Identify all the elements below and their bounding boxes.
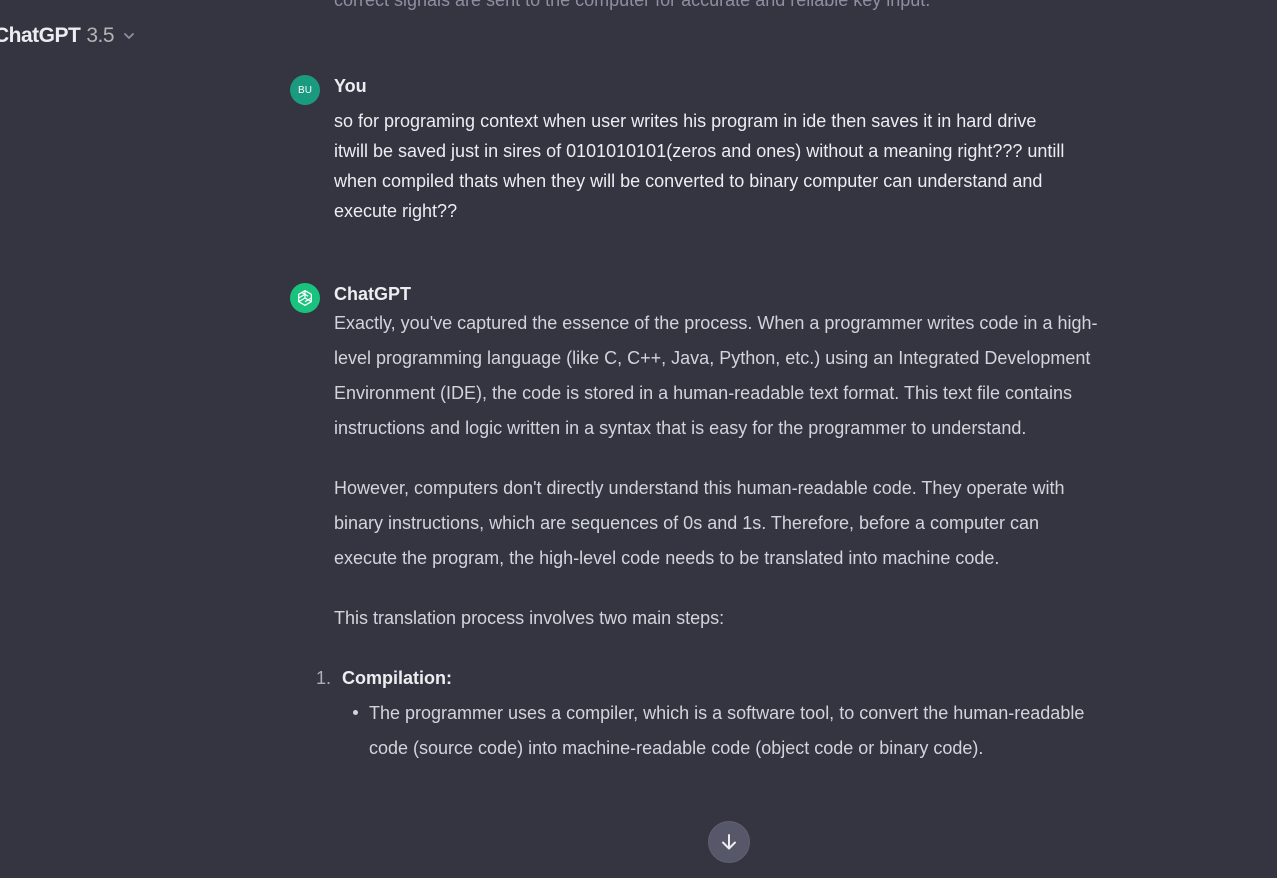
assistant-author-label: ChatGPT [334, 284, 412, 304]
user-avatar: BU [290, 75, 320, 105]
user-message: BU You so for programing context when us… [290, 75, 1110, 235]
scroll-to-bottom-button[interactable] [708, 821, 750, 863]
model-version: 3.5 [86, 24, 115, 47]
bullet-list-item: The programmer uses a compiler, which is… [342, 696, 1099, 766]
assistant-message-body: Exactly, you've captured the essence of … [316, 306, 1099, 766]
assistant-paragraph: However, computers don't directly unders… [334, 478, 1065, 568]
assistant-paragraph: This translation process involves two ma… [334, 608, 725, 628]
chevron-down-icon [122, 29, 136, 43]
user-message-text: so for programing context when user writ… [334, 111, 1065, 221]
model-selector[interactable]: ChatGPT 3.5 [0, 20, 136, 52]
chat-page: correct signals are sent to the computer… [0, 0, 1277, 878]
list-number: 1. [316, 668, 332, 688]
user-author-label: You [334, 76, 367, 96]
model-name: ChatGPT [0, 24, 81, 47]
openai-logo-icon [290, 283, 320, 313]
bullet-text: The programmer uses a compiler, which is… [369, 703, 1085, 758]
assistant-message: ChatGPT Exactly, you've captured the ess… [290, 283, 1110, 878]
assistant-paragraph: Exactly, you've captured the essence of … [334, 313, 1098, 438]
ordered-list-item: 1. Compilation: [316, 661, 1099, 696]
arrow-down-icon [720, 833, 738, 851]
step-title: Compilation: [342, 668, 452, 688]
previous-message-fragment: correct signals are sent to the computer… [334, 0, 931, 10]
bullet-dot [353, 710, 358, 715]
